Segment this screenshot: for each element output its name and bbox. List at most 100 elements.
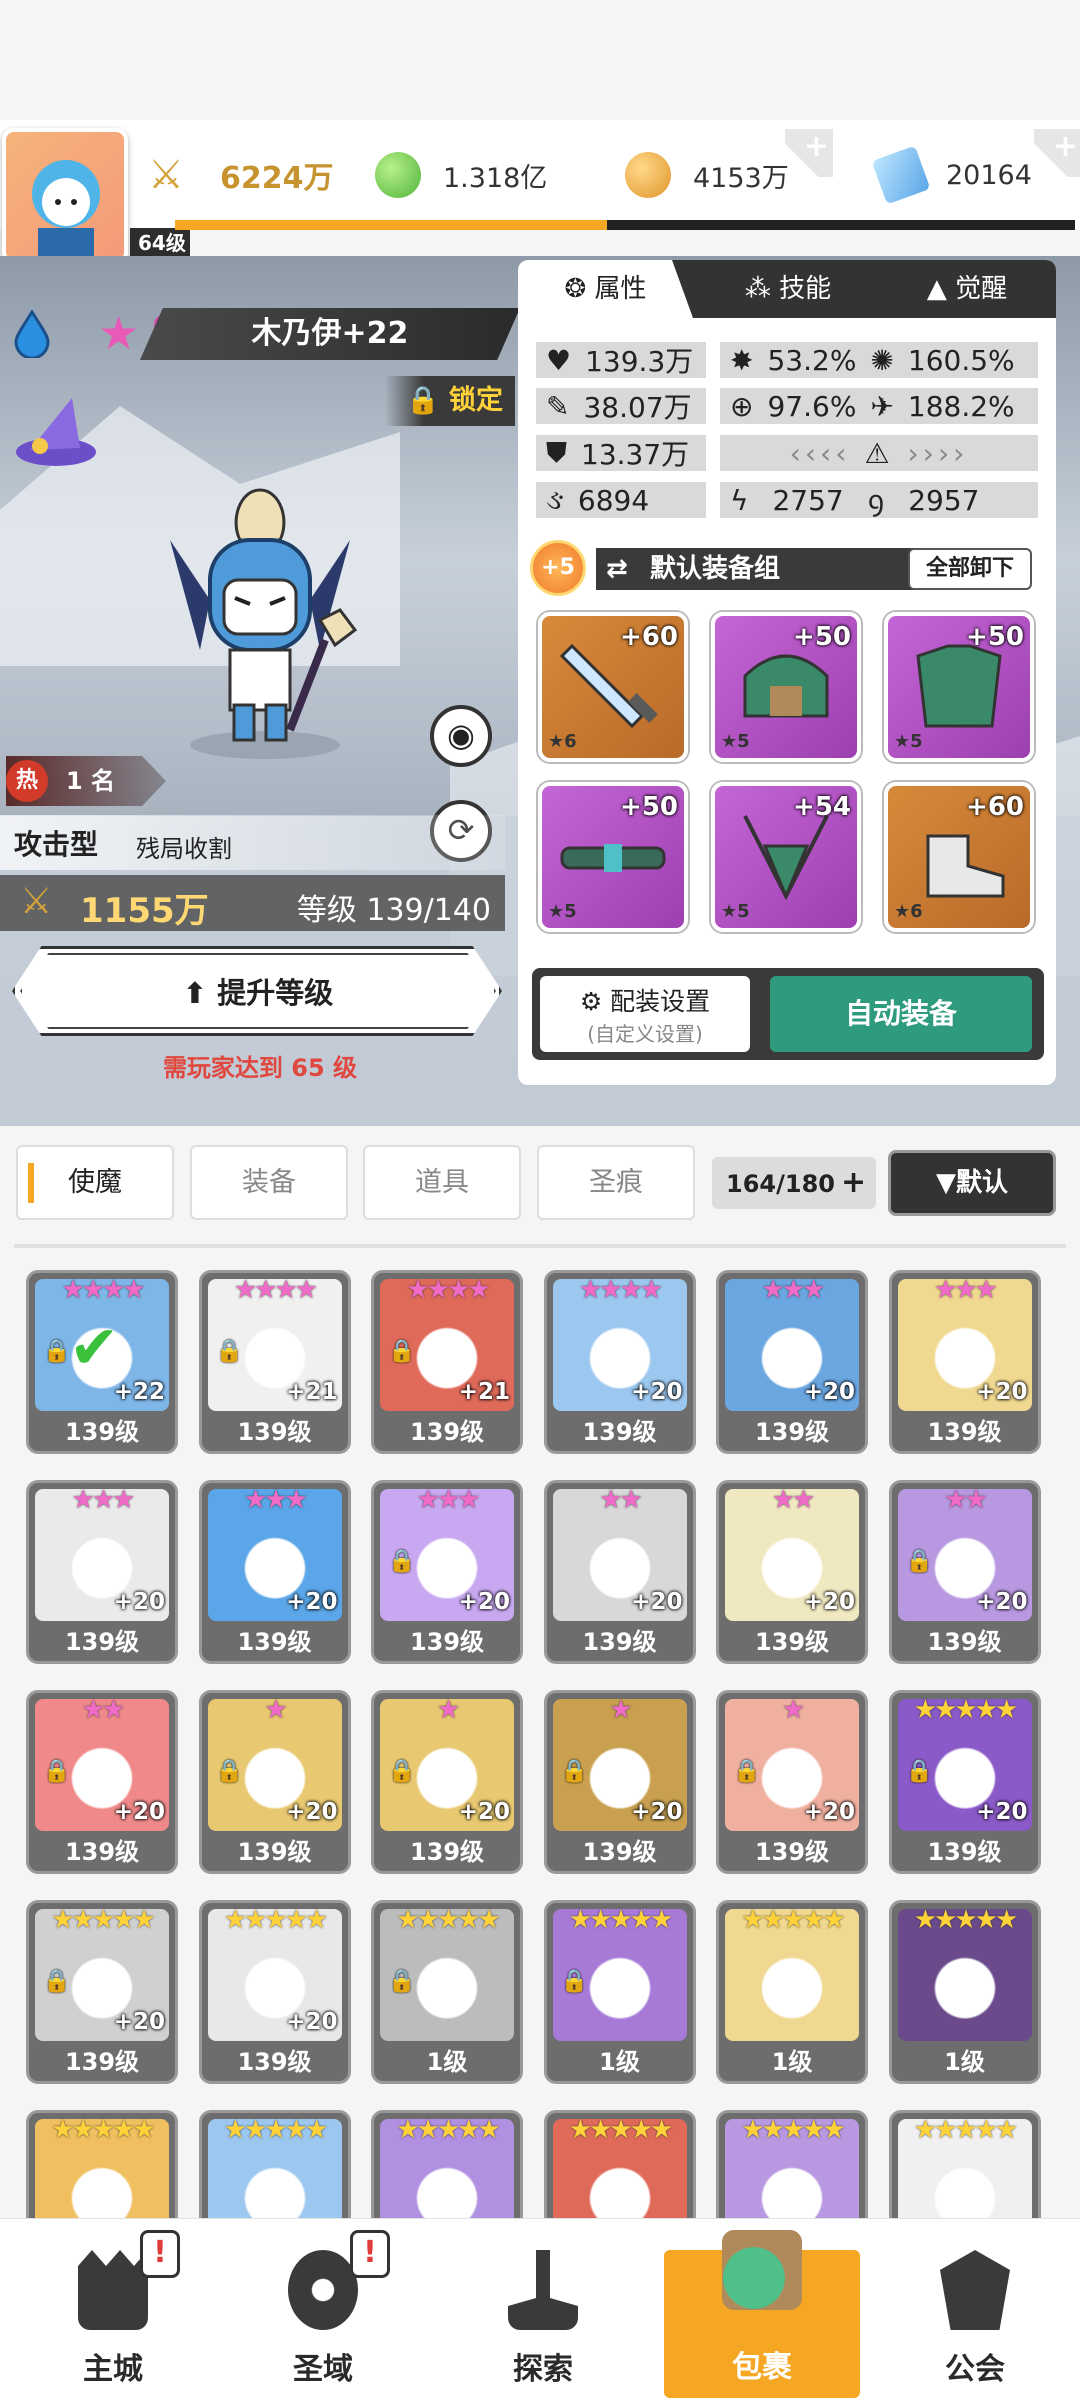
familiar-plus-level: +20 bbox=[976, 1589, 1028, 1615]
familiar-card[interactable]: ★★★★★ bbox=[888, 2110, 1041, 2218]
stat-atk: ✎ 38.07万 bbox=[536, 388, 706, 424]
character-name: 木乃伊+22 bbox=[140, 308, 520, 360]
familiar-plus-level: +20 bbox=[286, 2009, 338, 2035]
familiar-card[interactable]: ★★★★ +20 139级 bbox=[543, 1270, 696, 1454]
star-rating: ★★ bbox=[771, 1485, 816, 1515]
familiar-card[interactable]: ★★★★★ 1级 bbox=[716, 1900, 868, 2084]
familiar-card[interactable]: ★★ +20 139级 bbox=[543, 1480, 696, 1664]
familiar-card[interactable]: ★★★ +20 139级 bbox=[888, 1270, 1041, 1454]
sort-dropdown[interactable]: ▼默认 bbox=[888, 1150, 1056, 1216]
nav-backpack[interactable]: 包裹 bbox=[664, 2230, 860, 2398]
equip-set-selector[interactable]: ⇄ 默认装备组 bbox=[596, 548, 936, 590]
familiar-card[interactable]: ★★★ +20 139级 bbox=[716, 1270, 868, 1454]
attributes-icon: ❂ bbox=[564, 274, 595, 304]
player-avatar[interactable] bbox=[2, 128, 128, 264]
star-rating: ★★★★ bbox=[233, 1275, 318, 1305]
equip-level: +50 bbox=[966, 622, 1024, 652]
familiar-card[interactable]: ★★★★★ 🔒 1级 bbox=[543, 1900, 696, 2084]
add-diamond-button[interactable]: + bbox=[1034, 129, 1080, 177]
equip-stars: ★5 bbox=[721, 901, 750, 922]
familiar-card[interactable]: ★★★★ 🔒 +21 139级 bbox=[371, 1270, 523, 1454]
star-rating: ★ bbox=[609, 1695, 632, 1725]
familiar-plus-level: +22 bbox=[113, 1379, 165, 1405]
diamond-currency[interactable]: 20164 + bbox=[871, 129, 1080, 215]
speed-icon: ✈ bbox=[870, 389, 894, 423]
nav-main-city[interactable]: ! 主城 bbox=[28, 2230, 198, 2400]
familiar-card[interactable]: ★★ +20 139级 bbox=[716, 1480, 868, 1664]
familiar-plus-level: +20 bbox=[113, 1589, 165, 1615]
nav-label: 探索 bbox=[513, 2352, 573, 2387]
tab-equipment[interactable]: 装备 bbox=[190, 1145, 348, 1220]
nav-label: 主城 bbox=[83, 2352, 143, 2387]
familiar-card[interactable]: ★★★★★ 🔒 1级 bbox=[371, 1900, 523, 2084]
capacity-counter[interactable]: 164/180 + bbox=[712, 1157, 876, 1209]
familiar-card[interactable]: ★★★★★ 🔒 +20 139级 bbox=[26, 1900, 178, 2084]
tab-items[interactable]: 道具 bbox=[363, 1145, 521, 1220]
equip-slot-armor[interactable]: +50 ★5 bbox=[884, 612, 1034, 762]
view-eye-icon[interactable]: ◉ bbox=[430, 705, 492, 767]
lock-icon: 🔒 bbox=[43, 1969, 71, 1994]
nav-guild[interactable]: 公会 bbox=[890, 2230, 1060, 2400]
familiar-plus-level: +20 bbox=[458, 1589, 510, 1615]
equip-slot-necklace[interactable]: +54 ★5 bbox=[711, 782, 861, 932]
stat-value: 2757 bbox=[772, 483, 844, 517]
lock-button[interactable]: 🔒 锁定 bbox=[385, 376, 515, 426]
familiar-card[interactable]: ★★★★★ 1级 bbox=[888, 1900, 1041, 2084]
tab-stigmata[interactable]: 圣痕 bbox=[537, 1145, 695, 1220]
equip-slot-helmet[interactable]: +50 ★5 bbox=[711, 612, 861, 762]
nav-sanctum[interactable]: ! 圣域 bbox=[238, 2230, 408, 2400]
unequip-all-button[interactable]: 全部卸下 bbox=[908, 548, 1032, 590]
add-gold-button[interactable]: + bbox=[785, 129, 833, 177]
lock-label: 锁定 bbox=[449, 385, 503, 416]
auto-equip-button[interactable]: 自动装备 bbox=[770, 976, 1032, 1052]
familiar-card[interactable]: ★★★★★ bbox=[543, 2110, 696, 2218]
nav-explore[interactable]: 探索 bbox=[458, 2230, 628, 2400]
familiar-card[interactable]: ★★★★ 🔒 ✔ +22 139级 bbox=[26, 1270, 178, 1454]
familiar-card[interactable]: ★★★★★ bbox=[26, 2110, 178, 2218]
familiar-card[interactable]: ★★★★★ bbox=[716, 2110, 868, 2218]
familiar-card[interactable]: ★★★★★ 🔒 +20 139级 bbox=[888, 1690, 1041, 1874]
tab-familiars[interactable]: 使魔 bbox=[16, 1145, 174, 1220]
familiar-level: 139级 bbox=[237, 1628, 312, 1656]
lock-icon: 🔒 bbox=[560, 1759, 588, 1784]
sanctum-swirl-icon bbox=[288, 2250, 358, 2330]
familiar-plus-level: +20 bbox=[631, 1799, 683, 1825]
familiar-level: 139级 bbox=[64, 2048, 140, 2076]
familiar-plus-level: +20 bbox=[803, 1379, 855, 1405]
familiar-card[interactable]: ★★★★★ bbox=[198, 2110, 351, 2218]
familiar-card[interactable]: ★★★ 🔒 +20 139级 bbox=[371, 1480, 523, 1664]
tab-awaken[interactable]: ▲ 觉醒 bbox=[878, 260, 1056, 318]
familiar-card[interactable]: ★★ 🔒 +20 139级 bbox=[26, 1690, 178, 1874]
familiar-card[interactable]: ★ 🔒 +20 139级 bbox=[716, 1690, 868, 1874]
familiar-card[interactable]: ★★★ +20 139级 bbox=[26, 1480, 178, 1664]
familiar-level: 139级 bbox=[582, 1418, 657, 1446]
familiar-plus-level: +21 bbox=[458, 1379, 510, 1405]
equip-slot-belt[interactable]: +50 ★5 bbox=[538, 782, 688, 932]
gold-currency[interactable]: 4153万 + bbox=[625, 129, 833, 215]
familiar-card[interactable]: ★ 🔒 +20 139级 bbox=[371, 1690, 523, 1874]
character-level: 等级 139/140 bbox=[296, 893, 491, 928]
attack-icon: ✎ bbox=[546, 389, 570, 423]
familiar-card[interactable]: ★★★★★ bbox=[371, 2110, 523, 2218]
lock-icon: 🔒 bbox=[43, 1759, 71, 1784]
upgrade-level-button[interactable]: ⬆ 提升等级 bbox=[20, 953, 496, 1029]
familiar-card[interactable]: ★ 🔒 +20 139级 bbox=[543, 1690, 696, 1874]
familiar-level: 139级 bbox=[927, 1628, 1002, 1656]
wizard-hat-icon[interactable] bbox=[10, 390, 102, 470]
castle-icon bbox=[78, 2250, 148, 2330]
familiar-card[interactable]: ★ 🔒 +20 139级 bbox=[198, 1690, 351, 1874]
star-rating: ★★★ bbox=[934, 1275, 998, 1305]
tab-skills[interactable]: ⁂ 技能 bbox=[698, 260, 878, 318]
familiar-card[interactable]: ★★★★★ +20 139级 bbox=[198, 1900, 351, 2084]
power-currency: ⚔ 6224万 bbox=[148, 135, 348, 215]
equip-slot-boots[interactable]: +60 ★6 bbox=[884, 782, 1034, 932]
tab-attributes[interactable]: ❂ 属性 bbox=[518, 260, 693, 318]
equip-slot-weapon[interactable]: +60 ★6 bbox=[538, 612, 688, 762]
notification-badge: ! bbox=[350, 2230, 390, 2278]
familiar-card[interactable]: ★★ 🔒 +20 139级 bbox=[888, 1480, 1041, 1664]
loadout-settings-button[interactable]: ⚙ 配装设置 (自定义设置) bbox=[540, 976, 750, 1052]
familiar-level: 139级 bbox=[582, 1628, 657, 1656]
familiar-card[interactable]: ★★★★ 🔒 +21 139级 bbox=[198, 1270, 351, 1454]
familiar-card[interactable]: ★★★ +20 139级 bbox=[198, 1480, 351, 1664]
familiar-plus-level: +21 bbox=[286, 1379, 338, 1405]
